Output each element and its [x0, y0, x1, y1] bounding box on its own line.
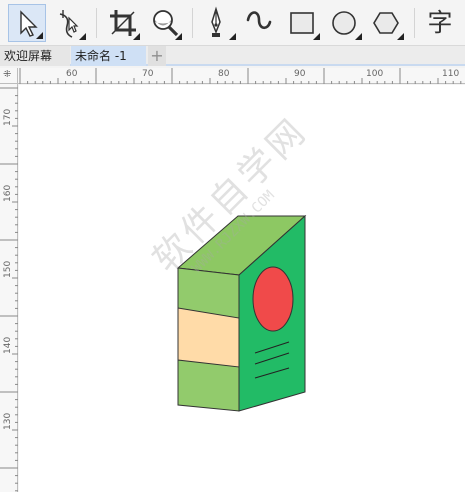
flyout-triangle-icon: [397, 33, 404, 40]
rectangle-tool-button[interactable]: [284, 4, 322, 42]
flyout-triangle-icon: [313, 33, 320, 40]
toolbox: 字: [0, 0, 465, 46]
crosshair-icon: ⁜: [3, 69, 12, 80]
horizontal-ruler[interactable]: 60 70 80 90 100 110: [18, 68, 465, 84]
ruler-label: 80: [218, 69, 230, 79]
document-tab-bar: 欢迎屏幕 未命名 -1 +: [0, 46, 465, 66]
polygon-tool-button[interactable]: [368, 4, 406, 42]
ruler-label: 60: [66, 69, 78, 79]
add-tab-button[interactable]: +: [148, 46, 166, 66]
ruler-label: 170: [3, 108, 13, 126]
flyout-triangle-icon: [79, 33, 86, 40]
ruler-label: 100: [366, 69, 384, 79]
tab-untitled-document[interactable]: 未命名 -1: [71, 46, 146, 66]
crop-tool-button[interactable]: [104, 4, 142, 42]
curve-icon: [246, 11, 272, 30]
ruler-label: 90: [294, 69, 306, 79]
ruler-label: 150: [3, 260, 13, 278]
flyout-triangle-icon: [133, 33, 140, 40]
pen-tool-button[interactable]: [200, 4, 238, 42]
ellipse-tool-button[interactable]: [326, 4, 364, 42]
toolbar-separator: [96, 8, 97, 38]
curve-tool-button[interactable]: [242, 4, 280, 42]
flyout-triangle-icon: [355, 33, 362, 40]
vertical-ruler[interactable]: 170 160 150 140 130: [0, 84, 18, 492]
horizontal-ruler-ticks: [19, 68, 462, 84]
tab-welcome-screen[interactable]: 欢迎屏幕: [0, 46, 70, 66]
ruler-label: 70: [142, 69, 154, 79]
ruler-label: 160: [3, 184, 13, 202]
shape-tool-button[interactable]: [50, 4, 88, 42]
ruler-label: 110: [442, 69, 460, 79]
text-tool-button[interactable]: 字: [421, 4, 459, 42]
toolbar-separator: [192, 8, 193, 38]
pick-tool-button[interactable]: [8, 4, 46, 42]
box-front-band[interactable]: [177, 307, 240, 368]
flyout-triangle-icon: [229, 33, 236, 40]
ruler-label: 140: [3, 336, 13, 354]
ruler-label: 130: [3, 412, 13, 430]
box-red-circle[interactable]: [252, 266, 294, 332]
flyout-triangle-icon: [175, 33, 182, 40]
zoom-tool-button[interactable]: [146, 4, 184, 42]
flyout-triangle-icon: [36, 32, 43, 39]
ruler-origin-corner[interactable]: ⁜: [0, 68, 18, 84]
toolbar-separator: [414, 8, 415, 38]
vertical-ruler-ticks: [0, 87, 18, 492]
text-glyph-icon: 字: [427, 8, 453, 37]
drawing-canvas[interactable]: 软件自学网 WWW.RJZXW.COM: [19, 85, 465, 492]
